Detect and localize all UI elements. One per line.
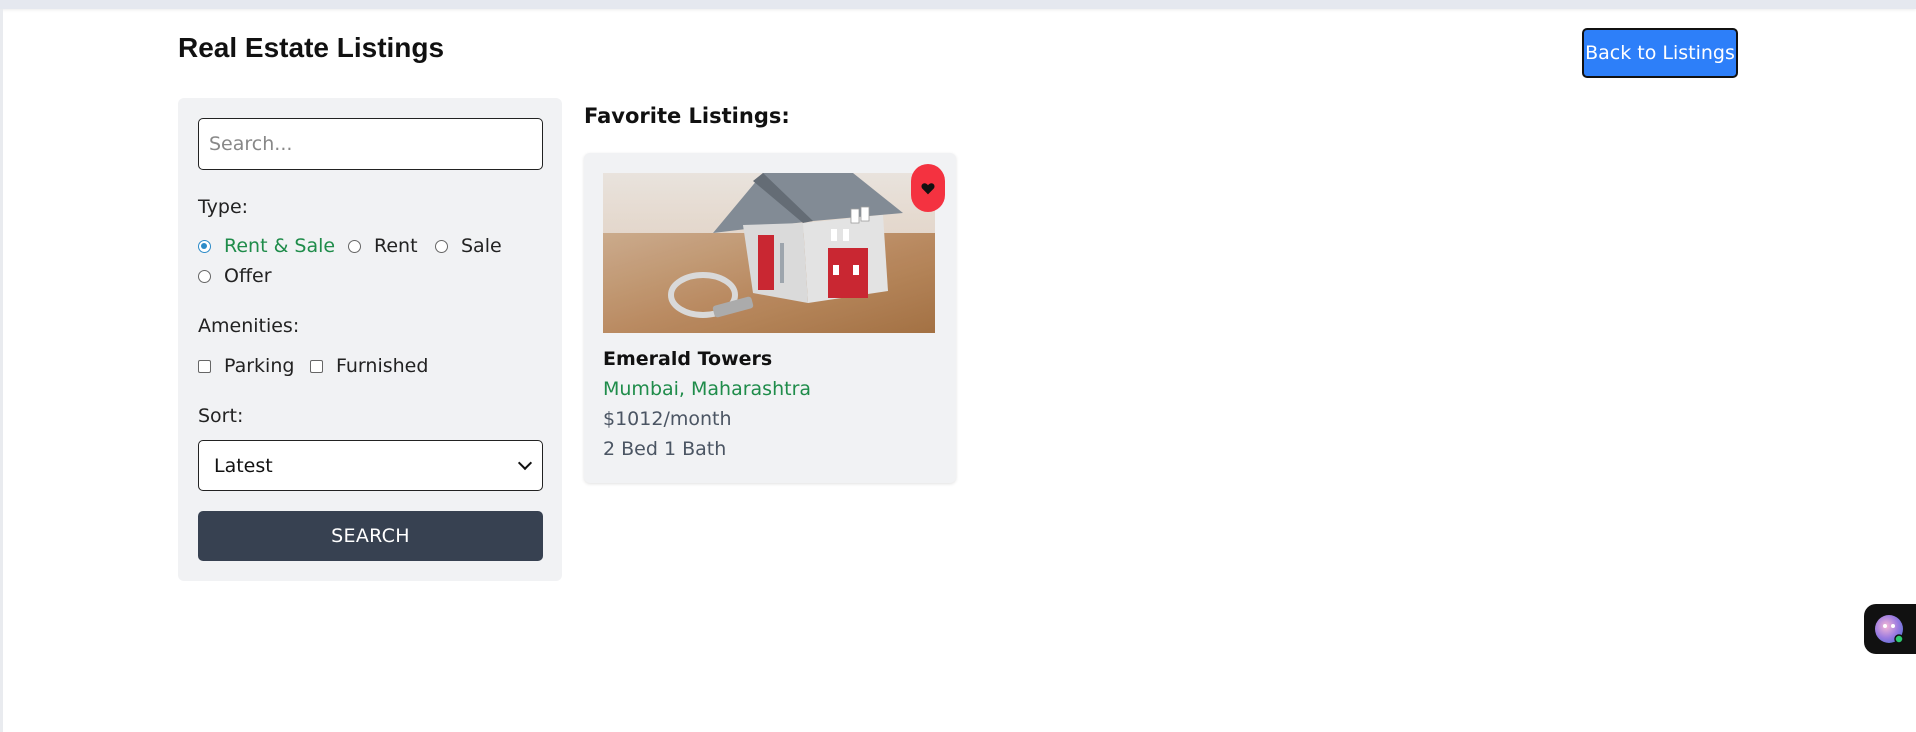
heart-icon (921, 182, 935, 194)
radio-offer[interactable]: Offer (198, 265, 272, 287)
listing-price: $1012/month (603, 408, 732, 430)
radio-button-checked[interactable] (198, 239, 211, 253)
radio-label: Rent & Sale (224, 235, 336, 257)
radio-label: Rent (374, 235, 418, 257)
favorite-toggle-button[interactable] (911, 164, 945, 212)
assistant-avatar-icon (1875, 615, 1904, 644)
radio-rent[interactable]: Rent (348, 235, 418, 257)
sort-label: Sort: (198, 405, 244, 427)
radio-button[interactable] (435, 239, 448, 253)
checkbox-label: Parking (224, 355, 295, 377)
radio-label: Offer (224, 265, 272, 287)
checkbox-label: Furnished (336, 355, 429, 377)
radio-button[interactable] (348, 239, 361, 253)
listing-title[interactable]: Emerald Towers (603, 348, 772, 370)
left-border (0, 9, 3, 732)
favorite-listings-heading: Favorite Listings: (584, 104, 790, 128)
page-title: Real Estate Listings (178, 32, 445, 63)
listing-image[interactable] (603, 173, 935, 333)
checkbox-parking[interactable]: Parking (198, 355, 294, 377)
radio-rent-and-sale[interactable]: Rent & Sale (198, 235, 335, 257)
checkbox[interactable] (198, 359, 211, 373)
type-label: Type: (198, 196, 249, 218)
radio-button[interactable] (198, 269, 211, 283)
search-button[interactable]: SEARCH (198, 511, 543, 561)
chevron-down-icon (517, 455, 533, 471)
sort-selected-value: Latest (214, 454, 273, 477)
assistant-widget-button[interactable] (1864, 604, 1916, 654)
filter-sidebar (178, 98, 562, 581)
checkbox[interactable] (310, 359, 323, 373)
listing-location: Mumbai, Maharashtra (603, 378, 812, 400)
sort-select[interactable]: Latest (198, 440, 543, 491)
back-to-listings-button[interactable]: Back to Listings (1582, 28, 1738, 78)
listing-details: 2 Bed 1 Bath (603, 438, 727, 460)
radio-label: Sale (461, 235, 502, 257)
top-bar (0, 0, 1916, 9)
checkbox-furnished[interactable]: Furnished (310, 355, 428, 377)
amenities-label: Amenities: (198, 315, 300, 337)
search-input[interactable] (198, 118, 543, 170)
radio-sale[interactable]: Sale (435, 235, 502, 257)
